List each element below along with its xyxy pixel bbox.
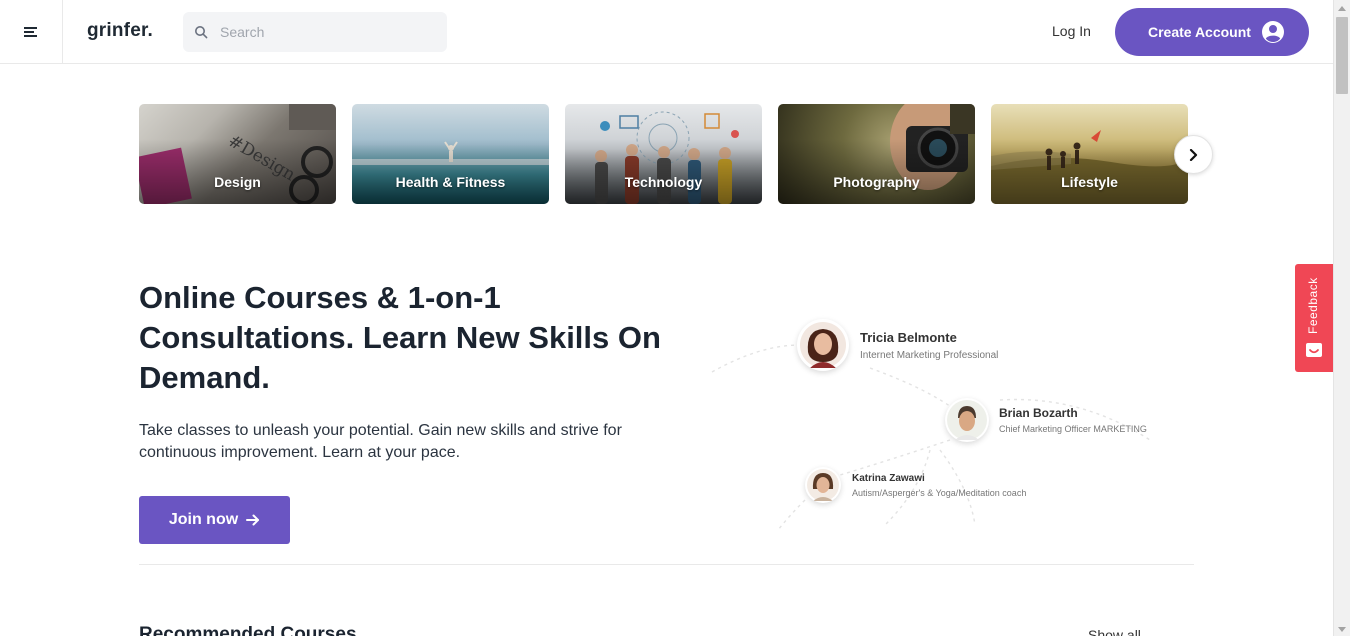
category-card-lifestyle[interactable]: Lifestyle bbox=[991, 104, 1188, 204]
menu-button[interactable] bbox=[0, 0, 63, 63]
join-now-label: Join now bbox=[168, 511, 239, 528]
expert-name: Brian Bozarth bbox=[999, 406, 1078, 420]
search-box[interactable] bbox=[183, 12, 447, 52]
search-input[interactable] bbox=[220, 24, 420, 40]
category-label: Technology bbox=[624, 174, 703, 190]
carousel-next-button[interactable] bbox=[1174, 135, 1213, 174]
page-scrollbar[interactable] bbox=[1333, 0, 1350, 636]
search-icon bbox=[195, 26, 208, 39]
category-label: Health & Fitness bbox=[395, 174, 506, 190]
join-now-button[interactable]: Join now bbox=[139, 496, 290, 544]
arrow-right-icon bbox=[246, 514, 260, 526]
expert-role: Chief Marketing Officer MARKETING bbox=[999, 424, 1147, 434]
chevron-right-icon bbox=[1189, 148, 1197, 161]
feedback-tab[interactable]: Feedback bbox=[1295, 264, 1333, 372]
logo[interactable]: grinfer. bbox=[87, 20, 153, 42]
show-all-link[interactable]: Show all bbox=[1088, 627, 1141, 636]
feedback-label: Feedback bbox=[1306, 277, 1320, 334]
section-divider bbox=[139, 564, 1194, 565]
category-card-photography[interactable]: Photography bbox=[778, 104, 975, 204]
category-card-technology[interactable]: Technology bbox=[565, 104, 762, 204]
expert-avatar bbox=[945, 398, 989, 442]
expert-avatar bbox=[797, 319, 849, 371]
expert-name: Tricia Belmonte bbox=[860, 329, 957, 345]
login-link[interactable]: Log In bbox=[1052, 23, 1091, 39]
scroll-up-arrow[interactable] bbox=[1338, 6, 1346, 11]
scroll-thumb[interactable] bbox=[1336, 17, 1348, 94]
person-icon bbox=[947, 400, 987, 440]
category-label: Photography bbox=[833, 174, 920, 190]
category-label: Design bbox=[214, 174, 261, 190]
smiley-icon bbox=[1306, 343, 1322, 357]
hamburger-icon bbox=[24, 26, 37, 37]
expert-card[interactable]: Katrina Zawawi Autism/Asperger's & Yoga/… bbox=[805, 467, 1026, 503]
expert-role: Internet Marketing Professional bbox=[860, 349, 999, 361]
scroll-down-arrow[interactable] bbox=[1338, 627, 1346, 632]
expert-card[interactable]: Brian Bozarth Chief Marketing Officer MA… bbox=[945, 398, 1147, 442]
expert-avatar bbox=[805, 467, 841, 503]
person-icon bbox=[800, 322, 846, 368]
user-avatar-icon bbox=[1261, 21, 1284, 43]
category-label: Lifestyle bbox=[1061, 174, 1118, 190]
expert-name: Katrina Zawawi bbox=[852, 472, 925, 484]
category-card-design[interactable]: #Design Design bbox=[139, 104, 336, 204]
hero-title: Online Courses & 1-on-1 Consultations. L… bbox=[139, 280, 661, 395]
category-card-health-fitness[interactable]: Health & Fitness bbox=[352, 104, 549, 204]
top-header: grinfer. Log In Create Account bbox=[0, 0, 1333, 64]
expert-card[interactable]: Tricia Belmonte Internet Marketing Profe… bbox=[797, 319, 998, 371]
recommended-courses-title: Recommended Courses bbox=[139, 624, 357, 636]
create-account-label: Create Account bbox=[1148, 24, 1251, 40]
hero-description: Take classes to unleash your potential. … bbox=[139, 422, 622, 461]
person-icon bbox=[807, 469, 839, 501]
create-account-button[interactable]: Create Account bbox=[1115, 8, 1309, 56]
expert-role: Autism/Asperger's & Yoga/Meditation coac… bbox=[852, 487, 1027, 498]
